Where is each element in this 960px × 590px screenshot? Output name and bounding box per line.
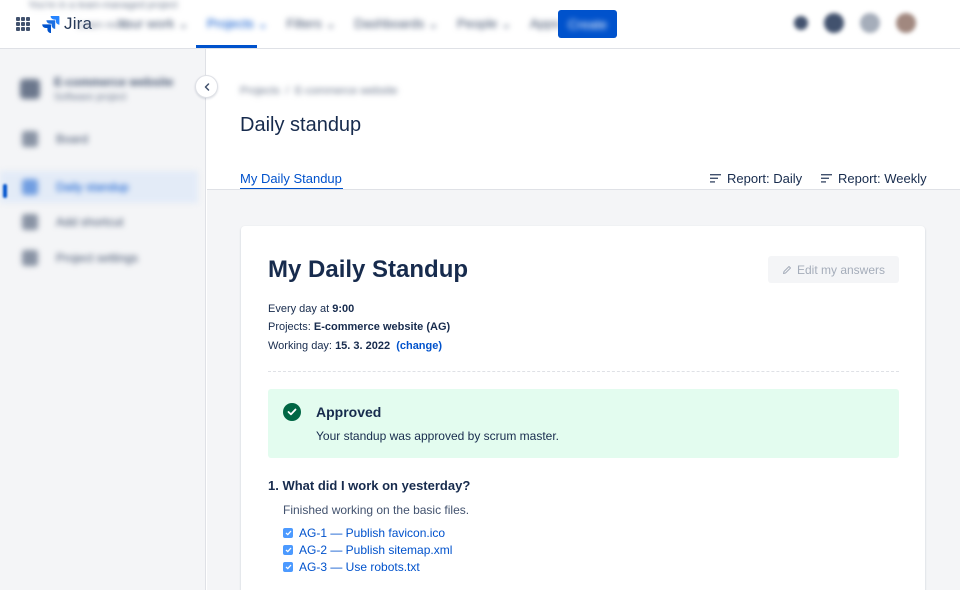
issue-link[interactable]: AG-1 — Publish favicon.ico [283, 526, 445, 540]
issue-text: AG-1 — Publish favicon.ico [299, 526, 446, 540]
sidebar-item-label: Project settings [56, 251, 139, 265]
board-icon [22, 131, 38, 147]
projects-info: Projects: E-commerce website (AG) [268, 321, 450, 333]
sidebar-footer: You're in a team-managed project Learn m… [0, 0, 206, 31]
pencil-icon [782, 265, 791, 274]
checkbox-icon [283, 545, 293, 555]
top-right-actions [778, 13, 916, 33]
answer-yesterday: Finished working on the basic files. [283, 503, 470, 517]
nav-active-indicator [196, 45, 257, 48]
sidebar: E-commerce website Software project Boar… [0, 0, 206, 590]
sidebar-footer-text: You're in a team-managed project [28, 0, 178, 11]
approved-title: Approved [316, 404, 382, 420]
issue-text: AG-2 — Publish sitemap.xml [299, 543, 453, 557]
sidebar-active-marker [3, 184, 7, 198]
issue-link[interactable]: AG-2 — Publish sitemap.xml [283, 543, 452, 557]
project-header[interactable]: E-commerce website Software project [20, 75, 173, 103]
help-icon[interactable] [824, 13, 844, 33]
settings-icon[interactable] [860, 13, 880, 33]
sidebar-item-add-shortcut[interactable]: Add shortcut [0, 206, 198, 238]
schedule-info: Every day at 9:00 [268, 303, 354, 315]
clipboard-icon [22, 179, 38, 195]
report-weekly-link[interactable]: Report: Weekly [821, 171, 927, 186]
create-button[interactable]: Create [558, 10, 617, 38]
avatar[interactable] [896, 13, 916, 33]
issue-text: AG-3 — Use robots.txt [299, 560, 420, 574]
report-icon [710, 174, 721, 183]
working-day-value: 15. 3. 2022 [335, 340, 391, 352]
project-type: Software project [54, 92, 127, 103]
sidebar-footer-link[interactable]: Learn more [0, 20, 206, 31]
breadcrumb: Projects / E-commerce website [240, 85, 398, 97]
gear-icon [22, 250, 38, 266]
create-button-label: Create [567, 16, 608, 32]
checkbox-icon [283, 528, 293, 538]
working-day-prefix: Working day: [268, 340, 332, 352]
report-daily-link[interactable]: Report: Daily [710, 171, 802, 186]
checkbox-icon [283, 562, 293, 572]
project-name: E-commerce website [54, 75, 174, 89]
sidebar-item-label: Add shortcut [56, 215, 124, 229]
add-shortcut-icon [22, 214, 38, 230]
sidebar-item-label: Daily standup [56, 180, 129, 194]
page-title: Daily standup [240, 114, 362, 136]
working-day-info: Working day: 15. 3. 2022 (change) [268, 340, 442, 352]
breadcrumb-separator: / [285, 85, 289, 97]
notifications-icon[interactable] [794, 16, 808, 30]
project-avatar-icon [20, 79, 40, 99]
nav-filters[interactable]: Filters ⌄ [286, 0, 336, 48]
issue-link[interactable]: AG-3 — Use robots.txt [283, 560, 420, 574]
approved-banner: Approved Your standup was approved by sc… [268, 389, 899, 458]
report-daily-label: Report: Daily [727, 171, 803, 186]
breadcrumb-projects[interactable]: Projects [240, 85, 280, 97]
collapse-sidebar-button[interactable] [195, 75, 218, 98]
question-yesterday: 1. What did I work on yesterday? [268, 478, 471, 493]
approved-message: Your standup was approved by scrum maste… [316, 429, 560, 443]
nav-dashboards[interactable]: Dashboards ⌄ [354, 0, 439, 48]
card-title: My Daily Standup [268, 256, 469, 283]
edit-answers-label: Edit my answers [796, 262, 886, 277]
standup-card: My Daily Standup Edit my answers Every d… [241, 226, 925, 590]
sidebar-item-project-settings[interactable]: Project settings [0, 242, 198, 274]
check-circle-icon [283, 403, 301, 421]
sidebar-item-daily-standup[interactable]: Daily standup [0, 171, 198, 203]
schedule-time: 9:00 [332, 303, 355, 315]
nav-projects[interactable]: Projects ⌄ [207, 0, 268, 48]
report-icon [821, 174, 832, 183]
projects-prefix: Projects: [268, 321, 311, 333]
sidebar-item-board[interactable]: Board [0, 123, 198, 155]
nav-people[interactable]: People ⌄ [457, 0, 512, 48]
edit-answers-button[interactable]: Edit my answers [768, 256, 899, 283]
schedule-prefix: Every day at [268, 303, 330, 315]
change-working-day-link[interactable]: (change) [396, 340, 442, 352]
sidebar-item-label: Board [56, 132, 89, 146]
breadcrumb-project[interactable]: E-commerce website [295, 85, 398, 97]
tab-my-daily-standup[interactable]: My Daily Standup [240, 171, 342, 186]
projects-value: E-commerce website (AG) [313, 321, 451, 333]
dashed-divider [268, 371, 899, 372]
report-weekly-label: Report: Weekly [838, 171, 927, 186]
chevron-left-icon [204, 82, 209, 91]
